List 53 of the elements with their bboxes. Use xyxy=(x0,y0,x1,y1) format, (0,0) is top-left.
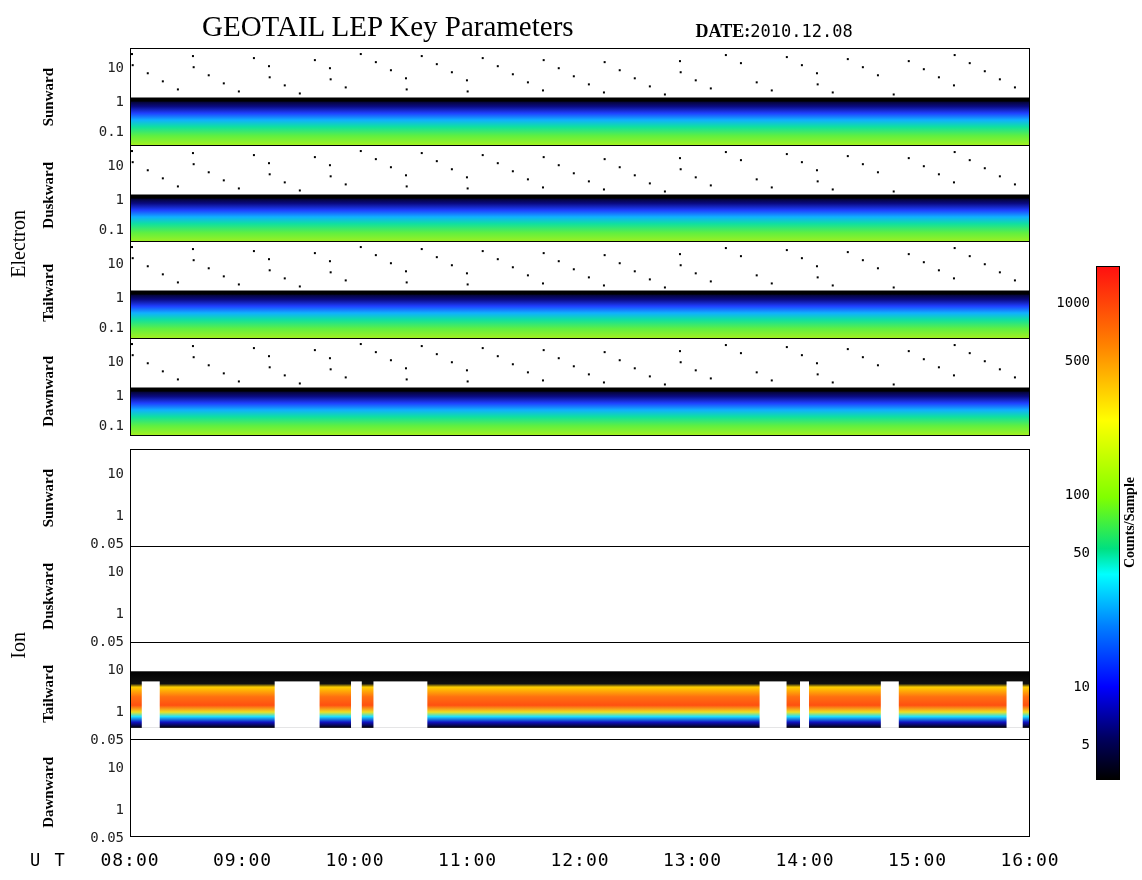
y-tick-label: 10 xyxy=(107,58,124,75)
y-tick-label: 10 xyxy=(107,464,124,481)
x-tick-label: 12:00 xyxy=(549,849,611,870)
y-tick-label: 1 xyxy=(115,604,124,621)
panel-label: Dawnward xyxy=(39,756,57,828)
colorbar-tick-label: 50 xyxy=(1073,543,1090,560)
x-tick-label: 10:00 xyxy=(324,849,386,870)
y-tick-label: 10 xyxy=(107,352,124,369)
y-tick-label: 0.1 xyxy=(98,319,124,336)
x-axis-label: U T xyxy=(29,849,66,870)
y-tick-label: 0.05 xyxy=(90,731,124,748)
x-tick-label: 15:00 xyxy=(886,849,949,870)
y-tick-label: 1 xyxy=(115,288,124,305)
y-tick-label: 0.05 xyxy=(90,829,124,846)
x-tick-label: 09:00 xyxy=(211,849,274,870)
colorbar-title: Counts/Sample xyxy=(1122,477,1138,569)
y-tick-label: 0.1 xyxy=(98,417,124,434)
x-tick-label: 14:00 xyxy=(774,849,836,870)
panel-label: Dawnward xyxy=(39,355,57,427)
x-tick-label: 13:00 xyxy=(661,849,724,870)
colorbar-tick-label: 5 xyxy=(1081,735,1090,752)
group-label: Electron xyxy=(6,210,30,278)
y-tick-label: 1 xyxy=(115,92,124,109)
chart-title: GEOTAIL LEP Key Parameters xyxy=(202,9,574,43)
group-label: Ion xyxy=(6,631,30,659)
colorbar-tick-label: 10 xyxy=(1073,677,1090,694)
y-tick-label: 1 xyxy=(115,702,124,719)
y-tick-label: 0.1 xyxy=(98,123,124,140)
y-tick-label: 10 xyxy=(107,562,124,579)
y-tick-label: 10 xyxy=(107,254,124,271)
colorbar-tick-label: 500 xyxy=(1064,351,1090,368)
y-tick-label: 1 xyxy=(115,800,124,817)
y-tick-label: 0.05 xyxy=(90,535,124,552)
x-tick-label: 11:00 xyxy=(436,849,499,870)
panel-label: Tailward xyxy=(39,665,57,723)
y-tick-label: 1 xyxy=(115,386,124,403)
panel-label: Duskward xyxy=(39,161,57,229)
y-tick-label: 1 xyxy=(115,190,124,207)
x-tick-label: 16:00 xyxy=(999,849,1061,870)
panel-label: Tailward xyxy=(39,264,57,322)
y-tick-label: 1 xyxy=(115,506,124,523)
colorbar-tick-label: 1000 xyxy=(1056,293,1090,310)
panel-label: Sunward xyxy=(39,468,57,528)
y-tick-label: 10 xyxy=(107,156,124,173)
y-tick-label: 10 xyxy=(107,758,124,775)
y-tick-label: 0.1 xyxy=(98,221,124,238)
x-tick-label: 08:00 xyxy=(99,849,161,870)
panel-label: Duskward xyxy=(39,562,57,630)
y-tick-label: 0.05 xyxy=(90,633,124,650)
panel-label: Sunward xyxy=(39,67,57,127)
date-label: DATE:2010.12.08 xyxy=(695,20,853,42)
colorbar-tick-label: 100 xyxy=(1064,485,1090,502)
y-tick-label: 10 xyxy=(107,660,124,677)
